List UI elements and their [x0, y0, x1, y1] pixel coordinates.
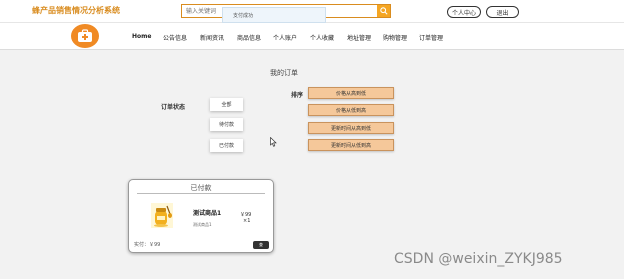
- nav-item-favorites[interactable]: 个人收藏: [310, 33, 334, 42]
- user-center-button[interactable]: 个人中心: [447, 6, 481, 18]
- nav-item-addresses[interactable]: 地址管理: [347, 33, 371, 42]
- product-price: ￥99: [240, 212, 252, 218]
- order-action-button[interactable]: 查: [253, 241, 269, 249]
- product-description: 测试商品1: [193, 222, 212, 227]
- nav-item-home[interactable]: Home: [132, 33, 151, 40]
- sort-price-asc-button[interactable]: 价格从低到高: [308, 104, 394, 116]
- sort-time-desc-button[interactable]: 更新时间从高到低: [308, 122, 394, 134]
- order-card: 已付款 测试商品1 测试商品1 ￥99 ×1 实付：￥99 查: [128, 179, 274, 253]
- nav-item-orders[interactable]: 订单管理: [419, 33, 443, 42]
- honey-jar-icon: [154, 205, 172, 227]
- order-status: 已付款: [190, 184, 212, 192]
- briefcase-medical-icon: [78, 29, 92, 42]
- search-icon: [379, 7, 388, 15]
- sort-time-asc-button[interactable]: 更新时间从低到高: [308, 139, 394, 151]
- nav-item-news[interactable]: 新闻资讯: [200, 33, 224, 42]
- status-filter-all[interactable]: 全部: [210, 98, 243, 111]
- paid-amount: 实付：￥99: [134, 242, 161, 248]
- logout-button[interactable]: 退出: [486, 6, 519, 18]
- page-title: 我的订单: [270, 69, 298, 77]
- mouse-cursor-icon: [270, 137, 277, 147]
- sort-label: 排序: [291, 92, 304, 99]
- product-quantity: ×1: [243, 218, 251, 224]
- status-filter-unpaid[interactable]: 待付款: [210, 118, 243, 131]
- order-status-label: 订单状态: [161, 104, 186, 111]
- product-name: 测试商品1: [193, 210, 222, 217]
- toast-message: 支付成功: [222, 7, 326, 23]
- sort-price-desc-button[interactable]: 价格从高到低: [308, 87, 394, 99]
- nav-item-notices[interactable]: 公告信息: [163, 33, 187, 42]
- logo: [71, 24, 99, 48]
- status-filter-paid[interactable]: 已付款: [210, 139, 243, 152]
- search-button[interactable]: [377, 5, 390, 17]
- nav-item-products[interactable]: 商品信息: [237, 33, 261, 42]
- site-title: 蜂产品销售情况分析系统: [32, 6, 120, 15]
- product-image: [151, 203, 173, 228]
- card-divider: [137, 193, 265, 194]
- nav-item-account[interactable]: 个人账户: [273, 33, 297, 42]
- nav-item-cart[interactable]: 购物管理: [383, 33, 407, 42]
- watermark: CSDN @weixin_ZYKJ985: [394, 251, 563, 267]
